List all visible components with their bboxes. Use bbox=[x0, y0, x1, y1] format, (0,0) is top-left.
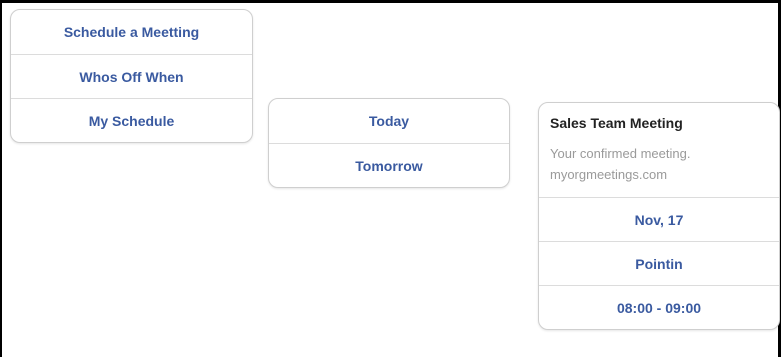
menu-item-my-schedule[interactable]: My Schedule bbox=[11, 98, 252, 142]
meeting-date[interactable]: Nov, 17 bbox=[539, 197, 779, 241]
meeting-location[interactable]: Pointin bbox=[539, 241, 779, 285]
menu-item-whos-off-when[interactable]: Whos Off When bbox=[11, 54, 252, 98]
day-item-today[interactable]: Today bbox=[269, 99, 509, 143]
meeting-title: Sales Team Meeting bbox=[550, 115, 683, 131]
meeting-detail-card: Sales Team Meeting Your confirmed meetin… bbox=[538, 102, 780, 330]
day-selector-list: Today Tomorrow bbox=[268, 98, 510, 188]
meeting-description-line-2: myorgmeetings.com bbox=[550, 167, 668, 182]
main-menu-list: Schedule a Meetting Whos Off When My Sch… bbox=[10, 9, 253, 143]
meeting-description: Your confirmed meeting. myorgmeetings.co… bbox=[539, 143, 779, 197]
meeting-description-line-1: Your confirmed meeting. bbox=[550, 146, 691, 161]
menu-item-schedule-meeting[interactable]: Schedule a Meetting bbox=[11, 10, 252, 54]
day-item-tomorrow[interactable]: Tomorrow bbox=[269, 143, 509, 187]
meeting-time[interactable]: 08:00 - 09:00 bbox=[539, 285, 779, 329]
